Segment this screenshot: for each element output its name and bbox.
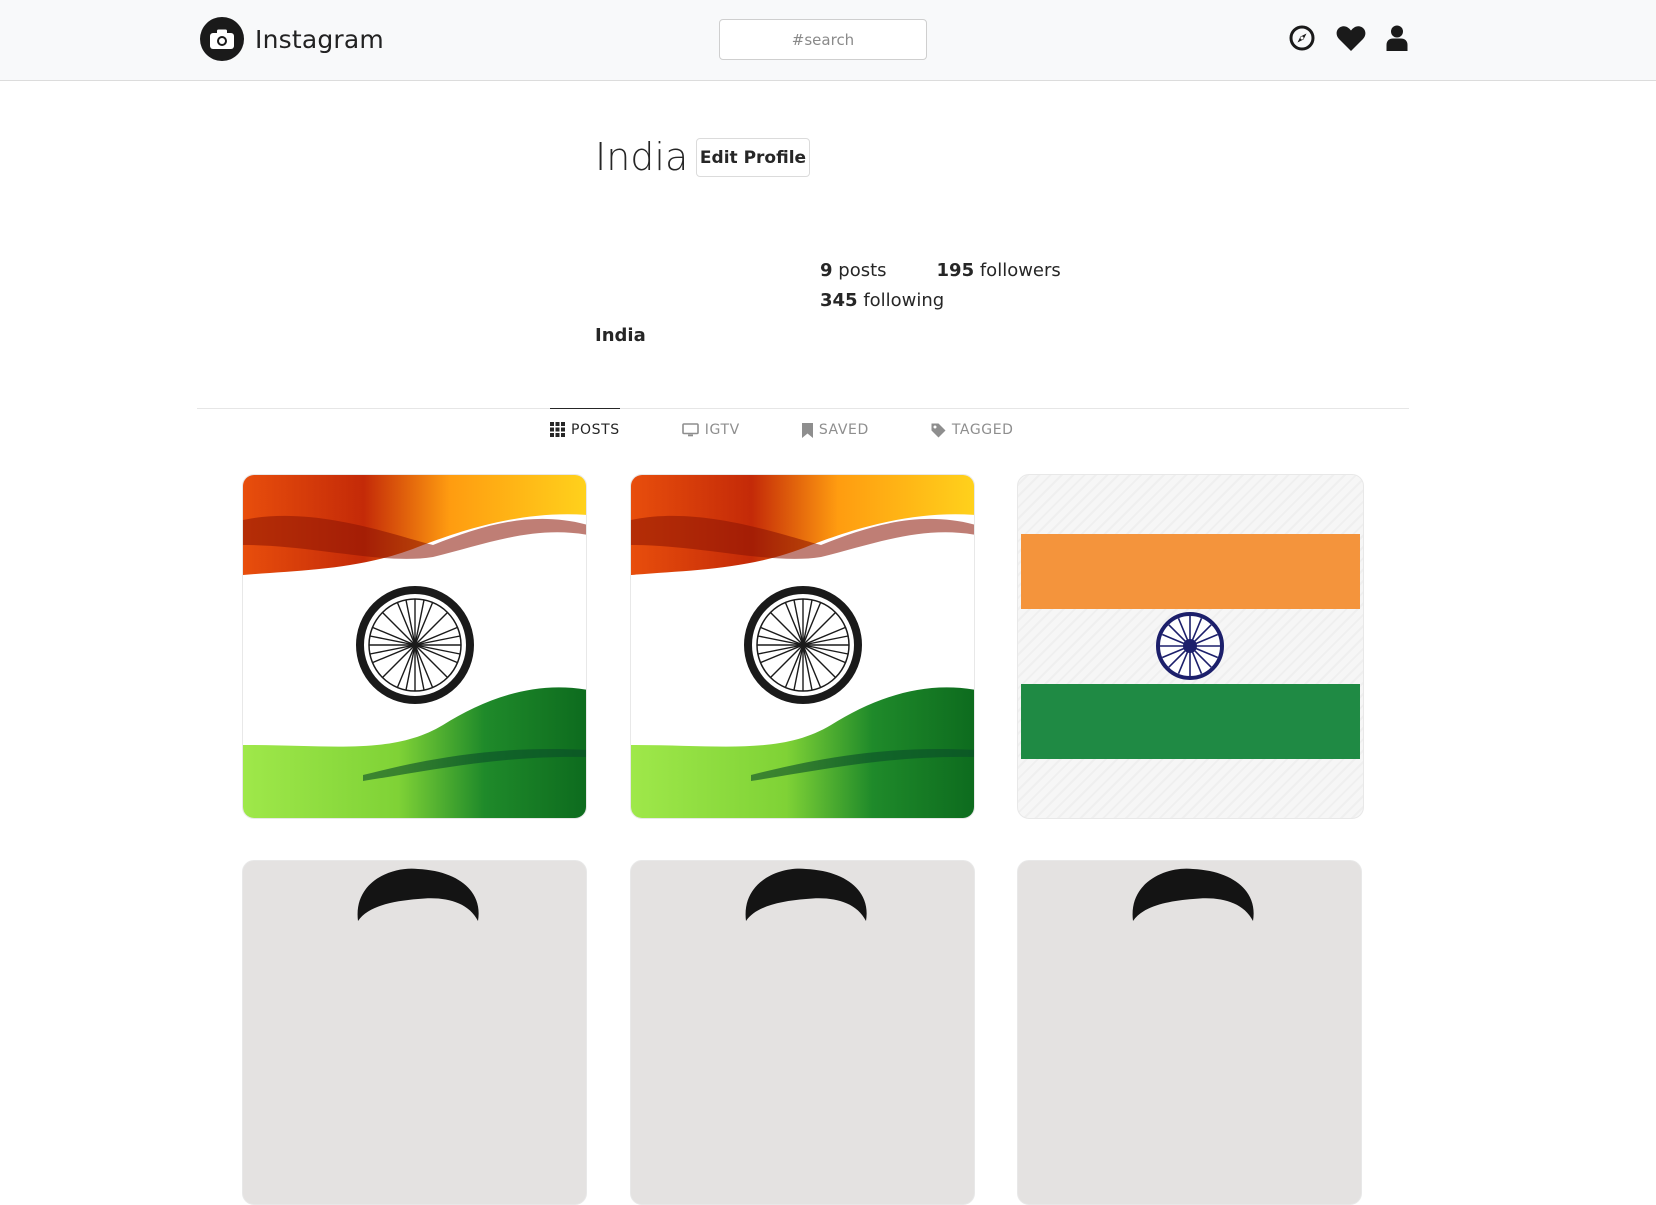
tab-tagged[interactable]: TAGGED: [931, 409, 1014, 449]
following-label: following: [863, 290, 945, 311]
post-thumbnail[interactable]: [242, 474, 587, 819]
posts-count: 9: [820, 260, 833, 281]
posts-label: posts: [838, 260, 887, 281]
brand-name: Instagram: [255, 24, 384, 54]
following-count: 345: [820, 290, 858, 311]
posts-stat[interactable]: 9 posts: [820, 256, 887, 286]
tab-igtv[interactable]: IGTV: [681, 409, 740, 449]
portrait-image: [357, 868, 479, 921]
post-thumbnail[interactable]: [242, 860, 587, 1205]
india-flag-wave-image: [243, 475, 586, 818]
top-navbar: Instagram: [0, 0, 1656, 81]
following-stat[interactable]: 345 following: [820, 286, 944, 316]
tab-posts[interactable]: POSTS: [550, 408, 620, 448]
portrait-image: [745, 868, 867, 921]
camera-icon: [200, 17, 244, 61]
post-thumbnail[interactable]: [630, 860, 975, 1205]
tab-saved[interactable]: SAVED: [801, 409, 869, 449]
nav-icons: [1288, 22, 1409, 54]
post-thumbnail[interactable]: [1017, 474, 1364, 819]
followers-label: followers: [979, 260, 1061, 281]
brand-link[interactable]: Instagram: [200, 17, 384, 61]
india-flag-wave-image: [631, 475, 974, 818]
tag-icon: [931, 423, 946, 438]
user-icon[interactable]: [1385, 24, 1409, 52]
india-flag-flat-image: [1021, 534, 1360, 759]
compass-icon[interactable]: [1288, 24, 1316, 52]
tab-tagged-label: TAGGED: [951, 422, 1014, 438]
post-thumbnail[interactable]: [1017, 860, 1362, 1205]
followers-stat[interactable]: 195 followers: [937, 256, 1061, 286]
tab-igtv-label: IGTV: [704, 422, 740, 438]
followers-count: 195: [936, 260, 975, 281]
profile-stats: 9 posts 195 followers345 following: [820, 256, 1150, 316]
tab-posts-label: POSTS: [571, 421, 620, 438]
bookmark-icon: [801, 422, 813, 438]
search-input[interactable]: [719, 19, 927, 60]
profile-username: India: [595, 135, 689, 179]
grid-icon: [550, 422, 565, 437]
profile-full-name: India: [595, 325, 646, 346]
post-thumbnail[interactable]: [630, 474, 975, 819]
edit-profile-button[interactable]: Edit Profile: [696, 138, 810, 177]
profile-tabs: POSTS IGTV SAVED TAGGED: [550, 408, 1076, 449]
tv-icon: [681, 423, 699, 437]
heart-icon[interactable]: [1336, 24, 1366, 52]
portrait-image: [1132, 868, 1254, 921]
tab-saved-label: SAVED: [818, 422, 869, 438]
